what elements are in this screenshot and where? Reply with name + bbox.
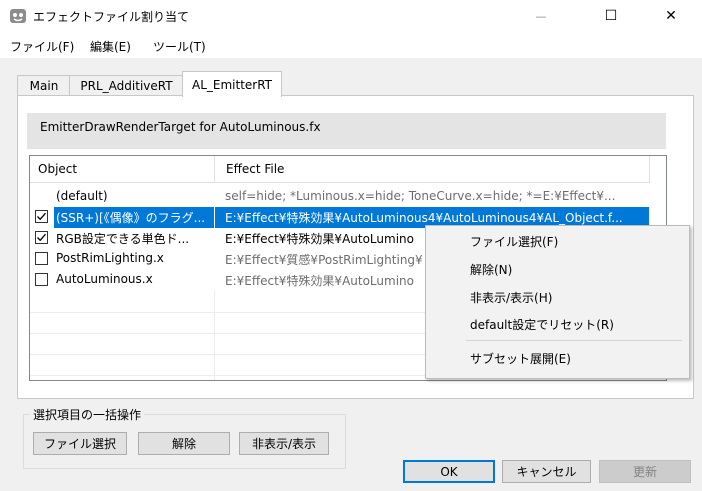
bulk-hide-show-button[interactable]: 非表示/表示	[239, 432, 329, 455]
context-menu-separator	[466, 340, 682, 341]
row-checkbox[interactable]	[35, 231, 48, 244]
column-header-effect-file[interactable]: Effect File	[215, 156, 649, 183]
column-divider	[649, 156, 650, 183]
effect-path: E:¥Effect¥特殊効果¥AutoLumino	[225, 232, 414, 246]
row-checkbox[interactable]	[35, 210, 48, 223]
object-name: (SSR+)[《偶像》のフラグ...	[56, 211, 206, 225]
minimize-icon: —	[535, 9, 547, 23]
maximize-icon: ☐	[604, 8, 618, 24]
context-menu: ファイル選択(F) 解除(N) 非表示/表示(H) default設定でリセット…	[425, 225, 690, 379]
effect-path: E:¥Effect¥質感¥PostRimLighting¥	[225, 253, 423, 267]
grid-line	[214, 291, 215, 380]
update-button: 更新	[599, 460, 691, 483]
column-header-object[interactable]: Object	[30, 156, 214, 183]
minimize-button[interactable]: —	[518, 0, 564, 32]
close-icon: ✕	[665, 8, 677, 24]
cancel-button[interactable]: キャンセル	[502, 460, 591, 483]
object-name: (default)	[56, 189, 108, 203]
tab-prl-additivert[interactable]: PRL_AdditiveRT	[69, 75, 184, 96]
object-name: PostRimLighting.x	[56, 251, 164, 265]
app-icon	[9, 7, 27, 25]
object-name: RGB設定できる単色ド...	[56, 232, 190, 246]
effect-path: self=hide; *Luminous.x=hide; ToneCurve.x…	[225, 189, 616, 203]
effect-description: EmitterDrawRenderTarget for AutoLuminous…	[40, 120, 321, 134]
effect-path: E:¥Effect¥特殊効果¥AutoLuminous4¥AutoLuminou…	[225, 211, 623, 225]
bulk-file-select-button[interactable]: ファイル選択	[33, 432, 127, 455]
context-menu-expand-subsets[interactable]: サブセット展開(E)	[470, 350, 571, 367]
context-menu-file-select[interactable]: ファイル選択(F)	[470, 233, 558, 250]
effect-path: E:¥Effect¥特殊効果¥AutoLumino	[225, 274, 414, 288]
context-menu-hide-show[interactable]: 非表示/表示(H)	[470, 289, 552, 306]
menu-file[interactable]: ファイル(F)	[10, 38, 74, 55]
bulk-release-button[interactable]: 解除	[138, 432, 230, 455]
window-title: エフェクトファイル割り当て	[33, 10, 190, 24]
object-name: AutoLuminous.x	[56, 272, 153, 286]
close-button[interactable]: ✕	[648, 0, 694, 32]
tab-al-emitterrt[interactable]: AL_EmitterRT	[182, 71, 282, 97]
tab-main[interactable]: Main	[17, 75, 71, 96]
row-checkbox[interactable]	[35, 273, 48, 286]
maximize-button[interactable]: ☐	[588, 0, 634, 32]
bulk-operations-title: 選択項目の一括操作	[30, 406, 145, 423]
list-row-default[interactable]: (default) self=hide; *Luminous.x=hide; T…	[30, 187, 649, 208]
ok-button[interactable]: OK	[403, 460, 495, 483]
context-menu-reset-default[interactable]: default設定でリセット(R)	[470, 316, 614, 333]
context-menu-release[interactable]: 解除(N)	[470, 261, 512, 278]
menu-edit[interactable]: 編集(E)	[90, 38, 131, 55]
row-checkbox[interactable]	[35, 252, 48, 265]
menu-tools[interactable]: ツール(T)	[153, 38, 206, 55]
